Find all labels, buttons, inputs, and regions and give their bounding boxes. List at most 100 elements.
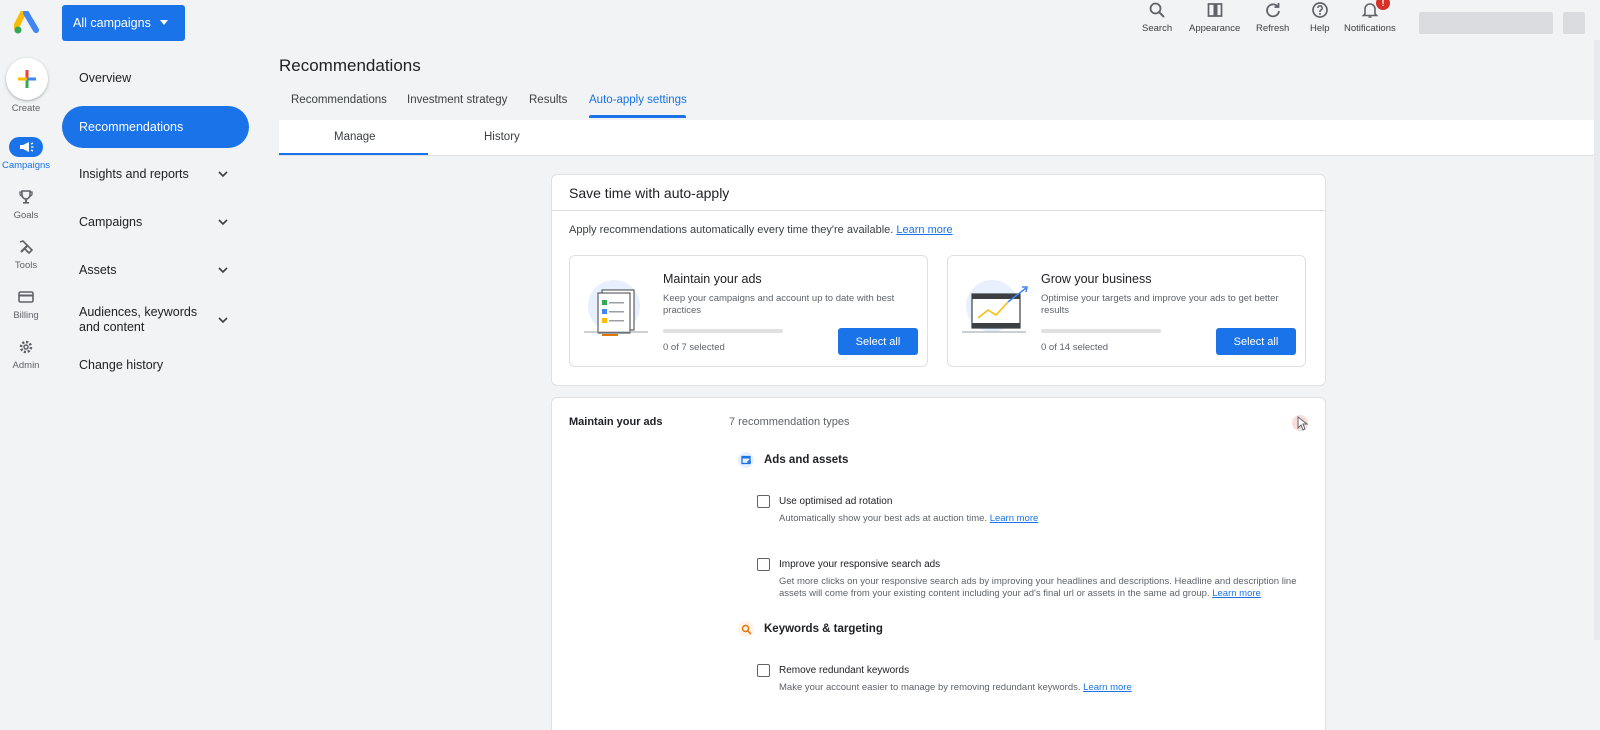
campaign-selector[interactable]: All campaigns [62,5,185,41]
scrollbar[interactable] [1594,40,1600,640]
maintain-ads-progress [663,329,783,333]
learn-more-link[interactable]: Learn more [990,513,1039,524]
refresh-icon [1265,3,1280,18]
grow-business-card: Grow your business Optimise your targets… [947,255,1306,367]
nav-item-change-history[interactable]: Change history [62,353,249,377]
nav-item-campaigns[interactable]: Campaigns [62,210,249,234]
maintain-ads-card: Maintain your ads Keep your campaigns an… [569,255,928,367]
group-ads-and-assets: Ads and assets [738,452,848,468]
checkbox[interactable] [757,558,770,571]
help-label: Help [1310,23,1330,34]
nav-label: Assets [79,263,117,277]
grow-business-text: Optimise your targets and improve your a… [1041,293,1279,316]
search-icon [1149,2,1165,18]
auto-apply-description: Apply recommendations automatically ever… [569,224,953,236]
caret-down-icon [160,20,168,25]
ads-assets-icon [738,452,754,468]
group-label: Ads and assets [764,454,849,466]
nav-item-audiences-keywords-content[interactable]: Audiences, keywords and content [62,302,249,338]
search-label: Search [1142,23,1173,34]
maintain-ads-count: 0 of 7 selected [663,342,725,353]
tab-recommendations[interactable]: Recommendations [291,94,387,106]
appearance-button[interactable]: Appearance [1189,0,1240,34]
grow-business-count: 0 of 14 selected [1041,342,1109,353]
megaphone-icon [20,142,34,152]
maintain-ads-text: Keep your campaigns and account up to da… [663,293,895,316]
create-button[interactable] [6,58,48,100]
learn-more-link[interactable]: Learn more [896,224,952,236]
option-description: Get more clicks on your responsive searc… [779,576,1299,600]
tab-results[interactable]: Results [529,94,567,106]
nav-item-insights-and-reports[interactable]: Insights and reports [62,162,249,186]
checkbox[interactable] [757,664,770,677]
nav-item-assets[interactable]: Assets [62,258,249,282]
auto-apply-card: Save time with auto-apply Apply recommen… [551,174,1326,386]
subtab-bar: Manage History [279,120,1600,156]
account-avatar[interactable] [1563,12,1585,34]
page-title: Recommendations [279,56,421,75]
option-description: Automatically show your best ads at auct… [779,513,1299,525]
option-desc-text: Automatically show your best ads at auct… [779,513,988,524]
maintain-ads-title: Maintain your ads [663,272,762,286]
appearance-icon [1207,3,1222,17]
checkbox[interactable] [757,495,770,508]
nav-item-overview[interactable]: Overview [62,66,249,90]
maintain-select-all-button[interactable]: Select all [838,328,918,355]
nav-label: Recommendations [79,120,184,134]
auto-apply-title: Save time with auto-apply [552,175,1325,211]
chevron-down-icon [218,171,228,178]
subtab-manage[interactable]: Manage [334,131,376,143]
nav-item-recommendations[interactable]: Recommendations [62,106,249,148]
plus-icon [18,70,36,88]
help-icon [1311,2,1328,18]
active-subtab-indicator [279,153,428,155]
rail-label-admin: Admin [12,360,40,371]
refresh-button[interactable]: Refresh [1256,0,1289,34]
gear-icon [19,340,33,354]
option-title: Use optimised ad rotation [779,496,893,507]
tools-icon [19,240,34,255]
notification-badge: ! [1376,0,1390,10]
tab-auto-apply-settings[interactable]: Auto-apply settings [589,94,687,106]
chevron-down-icon [218,267,228,274]
rail-item-billing[interactable]: Billing [0,287,52,321]
nav-label: Change history [79,358,164,372]
learn-more-link[interactable]: Learn more [1083,682,1132,693]
trophy-icon [19,190,33,204]
option-desc-text: Make your account easier to manage by re… [779,682,1081,693]
checklist-illustration [584,280,648,336]
subtab-history[interactable]: History [484,131,520,143]
chevron-down-icon [218,317,228,324]
option-title: Remove redundant keywords [779,665,910,676]
rail-item-admin[interactable]: Admin [0,337,52,371]
rail-label-tools: Tools [14,260,38,271]
rail-item-goals[interactable]: Goals [0,187,52,221]
rail-label-billing: Billing [13,310,39,321]
rail-label-campaigns: Campaigns [1,160,51,171]
account-info[interactable] [1419,12,1553,34]
tab-investment-strategy[interactable]: Investment strategy [407,94,507,106]
maintain-ads-section: Maintain your ads 7 recommendation types… [551,397,1326,730]
rail-item-tools[interactable]: Tools [0,237,52,271]
learn-more-link[interactable]: Learn more [1212,588,1261,599]
mouse-cursor-icon [1292,415,1309,431]
create-label: Create [11,103,41,114]
help-button[interactable]: Help [1310,0,1330,34]
section-count: 7 recommendation types [729,416,850,428]
grow-business-progress [1041,329,1161,333]
rail-item-campaigns[interactable]: Campaigns [0,137,52,171]
grow-select-all-button[interactable]: Select all [1216,328,1296,355]
search-button[interactable]: Search [1142,0,1172,34]
growth-chart-illustration [962,280,1028,333]
notifications-button[interactable]: Notifications ! [1344,0,1396,34]
nav-label: Insights and reports [79,167,189,181]
chevron-down-icon [218,219,228,226]
group-keywords-targeting: Keywords & targeting [738,621,883,637]
nav-label: Overview [79,71,132,85]
nav-label: Campaigns [79,215,143,229]
icon-rail: Create Campaigns Goals Tools Billing Adm… [0,0,52,730]
auto-apply-desc-text: Apply recommendations automatically ever… [569,224,894,236]
rail-label-goals: Goals [13,210,39,221]
google-ads-logo[interactable] [14,11,40,35]
option-description: Make your account easier to manage by re… [779,682,1299,694]
